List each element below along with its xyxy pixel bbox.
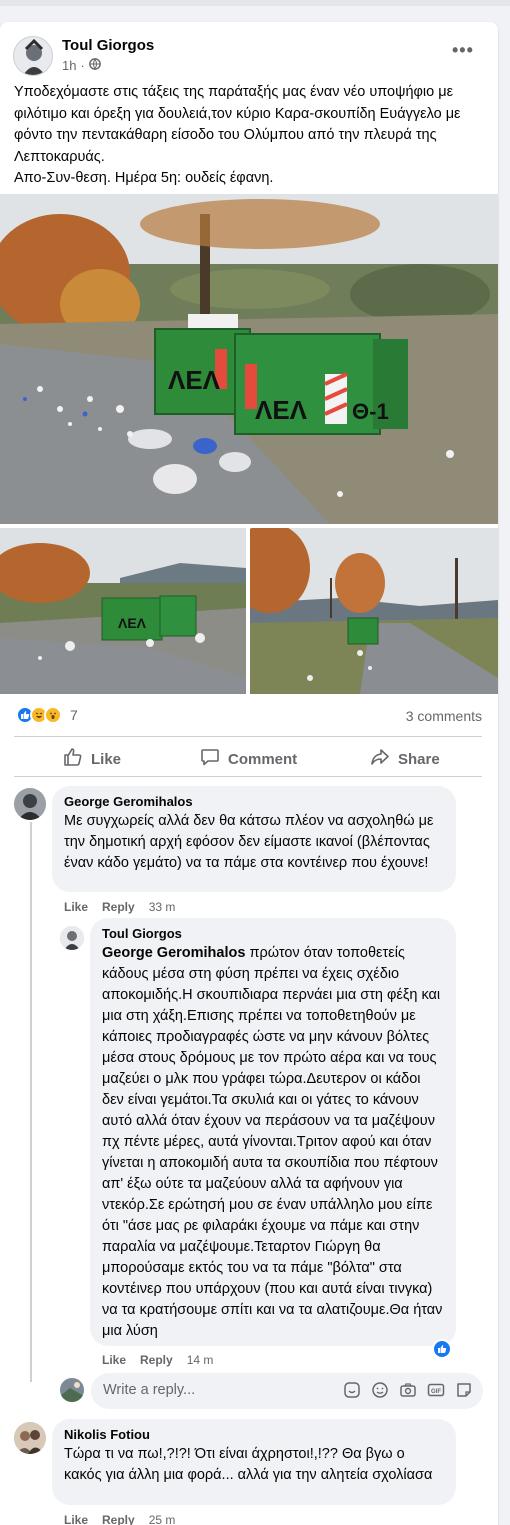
comment-actions: Like Reply 14 m [102,1353,213,1367]
camera-icon[interactable] [399,1381,417,1399]
comment-reply-link[interactable]: Reply [102,900,135,914]
comment-reply-link[interactable]: Reply [102,1513,135,1525]
post-text: Υποδεχόμαστε στις τάξεις της παράταξής μ… [14,82,489,190]
comment-text: Τώρα τι να πω!,?!?! Ότι είναι άχρηστοι!,… [64,1446,433,1483]
author-name[interactable]: Toul Giorgos [62,37,154,54]
comments-count[interactable]: 3 comments [406,708,482,724]
emoji-icon[interactable] [371,1381,389,1399]
comment-like-link[interactable]: Like [64,900,88,914]
wow-icon [44,706,62,724]
my-avatar [60,1378,84,1402]
commenter-avatar[interactable] [60,926,84,950]
post-photo-3[interactable] [250,528,498,694]
svg-text:GIF: GIF [431,1389,441,1395]
comment-icon [200,747,220,771]
post-text-line: Απο-Συν-θεση. Ημέρα 5η: ουδείς έφανη. [14,170,274,186]
ellipsis-icon[interactable]: ••• [452,40,474,61]
gif-icon[interactable]: GIF [427,1381,445,1399]
post-card: Toul Giorgos 1h · ••• Υποδεχόμαστε στις … [0,22,498,1525]
comment-bubble: Toul Giorgos George Geromihalos πρώτον ό… [90,918,456,1346]
comment-button[interactable]: Comment [200,747,297,771]
share-label: Share [398,750,440,768]
divider [14,776,482,777]
like-label: Like [91,750,122,768]
container-graffiti: ΛΕΛ [255,395,308,425]
comment-reply-link[interactable]: Reply [140,1353,173,1367]
comment-actions: Like Reply 25 m [64,1513,175,1525]
comment-text: Με συγχωρείς αλλά δεν θα κάτσω πλέον να … [64,813,434,871]
commenter-avatar[interactable] [14,1422,46,1454]
post-meta: 1h · [62,58,101,73]
reaction-count: 7 [70,707,78,723]
comment-author[interactable]: Toul Giorgos [102,926,444,941]
reply-input[interactable]: Write a reply... GIF [91,1373,483,1409]
thumbs-up-icon [63,747,83,771]
svg-text:ΛΕΛ: ΛΕΛ [118,615,147,631]
divider [14,736,482,737]
top-strip [0,0,510,6]
comment-like-link[interactable]: Like [64,1513,88,1525]
author-avatar[interactable] [13,36,53,76]
post-time[interactable]: 1h [62,58,76,73]
comment-time[interactable]: 14 m [187,1353,214,1367]
comment-label: Comment [228,750,298,768]
like-button[interactable]: Like [63,747,121,771]
reply-placeholder: Write a reply... [103,1382,196,1398]
share-icon [370,747,390,771]
comment-like-link[interactable]: Like [102,1353,126,1367]
post-photo-2[interactable]: ΛΕΛ [0,528,246,694]
comment-text: πρώτον όταν τοποθετείς κάδους μέσα στη φ… [102,945,443,1339]
commenter-avatar[interactable] [14,788,46,820]
reactions-summary[interactable]: 7 [16,706,78,724]
comment-bubble: Nikolis Fotiou Τώρα τι να πω!,?!?! Ότι ε… [52,1419,456,1505]
comment-time[interactable]: 33 m [149,900,176,914]
reply-icons: GIF [343,1381,473,1399]
container-graffiti: Θ-1 [352,399,389,424]
sticker-icon[interactable] [343,1381,361,1399]
avatar-sticker-icon[interactable] [455,1381,473,1399]
comment-bubble: George Geromihalos Με συγχωρείς αλλά δεν… [52,786,456,892]
comment-author[interactable]: Nikolis Fotiou [64,1427,444,1442]
thread-line [30,822,32,1382]
comment-author[interactable]: George Geromihalos [64,794,444,809]
globe-icon [88,58,101,73]
comment-actions: Like Reply 33 m [64,900,175,914]
post-text-line: Υποδεχόμαστε στις τάξεις της παράταξής μ… [14,84,461,165]
comment-mention[interactable]: George Geromihalos [102,945,245,961]
post-photo-main[interactable]: ΛΕΛ ΛΕΛ Θ-1 [0,194,498,524]
share-button[interactable]: Share [370,747,440,771]
comment-like-badge[interactable] [432,1339,452,1359]
comment-time[interactable]: 25 m [149,1513,176,1525]
container-graffiti: ΛΕΛ [168,365,221,395]
